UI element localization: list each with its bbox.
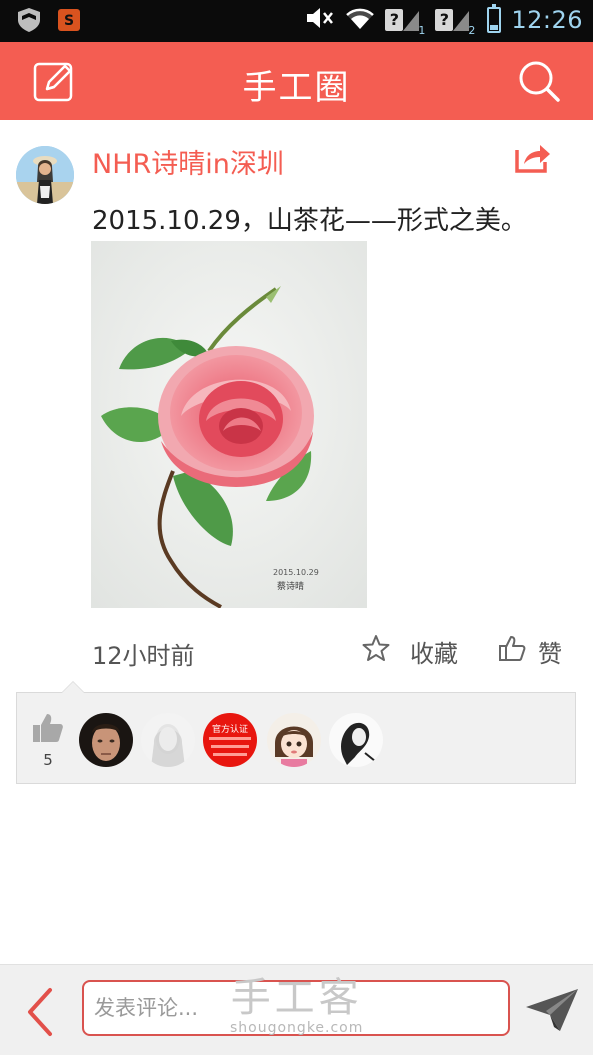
liker-avatar-5[interactable] [329,713,383,767]
post-text: 2015.10.29，山茶花——形式之美。 [92,206,527,236]
thumbs-up-filled-icon [32,714,64,747]
sim1-index: 1 [418,24,426,37]
back-chevron-icon[interactable] [22,987,56,1037]
like-label: 赞 [538,639,562,668]
likes-summary: 5 [31,713,65,769]
like-button[interactable]: 赞 [498,634,562,668]
likes-panel: 5 官方认证 [16,681,576,784]
favorite-button[interactable]: 收藏 [362,634,458,668]
sim2-signal-icon: ? 2 [435,7,475,37]
like-count: 5 [43,751,53,769]
liker-avatar-3-text: 官方认证 [212,723,248,735]
status-bar: S ? 1 ? 2 12:26 [0,0,593,42]
search-icon[interactable] [517,59,561,103]
page-title: 手工圈 [242,68,351,108]
app-header: 手工圈 [0,42,593,120]
svg-text:S: S [64,13,74,29]
star-icon [362,634,390,668]
wifi-icon [345,5,375,35]
favorite-label: 收藏 [410,639,458,668]
shield-icon [16,8,42,36]
liker-avatar-1[interactable] [79,713,133,767]
liker-avatar-3[interactable]: 官方认证 [203,713,257,767]
battery-icon [487,4,502,33]
post-image[interactable]: 2015.10.29 蔡诗晴 [91,241,367,608]
sim2-index: 2 [468,24,476,37]
author-name[interactable]: NHR诗晴in深圳 [92,142,284,181]
image-signature-date: 2015.10.29 [273,568,319,577]
send-icon[interactable] [524,987,580,1033]
thumbs-up-icon [498,634,526,668]
liker-avatar-2[interactable] [141,713,195,767]
sim1-label: ? [385,9,404,31]
image-signature-name: 蔡诗晴 [277,580,304,592]
comment-bar [0,964,593,1055]
share-icon[interactable] [514,140,552,174]
mute-icon [305,5,335,35]
liker-avatar-4[interactable] [267,713,321,767]
sogou-s-icon: S [58,9,80,35]
post-time: 12小时前 [92,642,195,670]
status-time: 12:26 [511,6,583,34]
sim2-label: ? [435,9,454,31]
sim1-signal-icon: ? 1 [385,7,425,37]
comment-input[interactable] [82,980,510,1036]
author-avatar[interactable] [16,146,74,204]
